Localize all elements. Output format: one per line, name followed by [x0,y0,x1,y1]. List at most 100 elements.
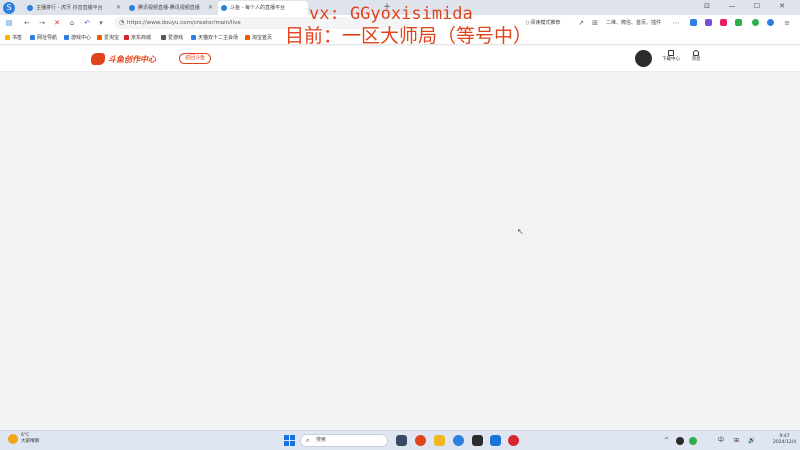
main-content-area [0,72,800,430]
bookmark-item[interactable]: 爱淘宝 [97,31,119,45]
app-icon[interactable] [490,435,501,446]
extension-icon[interactable] [735,19,742,26]
volume-icon[interactable]: 🔊 [748,436,755,445]
bookmark-item[interactable]: 京东商城 [124,31,151,45]
bookmark-item[interactable]: 淘宝首页 [245,31,272,45]
taskbar-search[interactable]: ⌕ 搜索 [300,434,388,447]
extension-icon[interactable] [705,19,712,26]
task-view-icon[interactable] [396,435,407,446]
windows-logo-icon [290,441,295,446]
grid-icon[interactable]: ⊞ [590,18,600,28]
browser-app-icon[interactable] [453,435,464,446]
bookmark-label: 天猫双十二主会场 [198,35,239,41]
tab-label: 主播排行 - 虎牙 抖音直播平台 [36,5,103,11]
windows-logo-icon [290,435,295,440]
bookmark-icon [30,35,35,40]
bookmark-label: 书签 [12,35,23,41]
bookmark-icon [245,35,250,40]
tab-label: 斗鱼 - 每个人的直播平台 [230,5,285,11]
app-icon[interactable] [415,435,426,446]
download-center-button[interactable]: 下载中心 [661,50,681,64]
address-text[interactable]: https://www.douyu.com/creator/main/live [127,17,241,29]
avatar[interactable] [635,50,652,67]
network-icon[interactable]: ⊞ [734,436,739,445]
messages-label: 消息 [691,57,701,62]
bookmark-item[interactable]: 网址导航 [30,31,57,45]
fish-logo-icon [91,53,105,65]
minimize-button[interactable]: — [726,2,738,10]
bookmark-item[interactable]: 书签 [5,31,22,45]
reading-mode-label: 阅读模式推荐 [530,20,561,26]
bookmark-label: 爱游戏 [168,35,184,41]
bookmark-icon [97,35,102,40]
start-button[interactable] [284,435,295,446]
browser-tab-1[interactable]: 主播排行 - 虎牙 抖音直播平台 ✕ [24,1,124,15]
site-header: 斗鱼创作中心 返回斗鱼 下载中心 消息 [0,46,800,72]
bookmark-icon [64,35,69,40]
overlay-contact-text: vx: GGyoxisimida [309,4,473,24]
taskbar: 6°C 大部晴朗 ⌕ 搜索 ^ 中 ⊞ 🔊 9:47 2024/12/4 [0,430,800,450]
overlay-status-text: 目前：一区大师局（等号中） [285,25,533,47]
site-logo[interactable]: 斗鱼创作中心 [91,52,156,66]
clock-date: 2024/12/4 [773,440,797,445]
close-icon[interactable]: ✕ [116,1,121,15]
search-icon: ⌕ [306,437,310,444]
tab-favicon-icon [129,5,135,11]
tab-label: 腾讯视频直播-腾讯视频直播 [138,5,200,11]
windows-logo-icon [284,435,289,440]
app-icon[interactable] [472,435,483,446]
back-to-site-button[interactable]: 返回斗鱼 [179,53,212,64]
close-window-button[interactable]: ✕ [776,2,788,10]
tab-favicon-icon [221,5,227,11]
bookmark-item[interactable]: 游戏中心 [64,31,91,45]
input-method-indicator[interactable]: 中 [718,436,724,445]
bookmark-icon [124,35,129,40]
sidebar-toggle-icon[interactable]: ▤ [4,18,14,28]
bookmark-icon [5,35,10,40]
tray-overflow-icon[interactable]: ^ [664,436,669,445]
extension-icon[interactable] [767,19,774,26]
restore-icon[interactable]: ⊡ [701,2,713,10]
maximize-button[interactable]: ☐ [751,2,763,10]
menu-icon[interactable]: ≡ [782,18,792,28]
extension-icon[interactable] [690,19,697,26]
browser-tab-2[interactable]: 腾讯视频直播-腾讯视频直播 ✕ [126,1,216,15]
undo-icon[interactable]: ↶ [82,18,92,28]
tray-app-icon[interactable] [676,437,684,445]
file-explorer-icon[interactable] [434,435,445,446]
windows-logo-icon [284,441,289,446]
logo-text: 斗鱼创作中心 [108,54,156,64]
home-icon[interactable]: ⌂ [67,18,77,28]
browser-logo-icon[interactable]: S [3,2,15,14]
weather-icon[interactable] [8,434,18,444]
bookmark-label: 网址导航 [37,35,58,41]
bookmark-label: 淘宝首页 [252,35,273,41]
app-icon[interactable] [508,435,519,446]
share-icon[interactable]: ↗ [576,18,586,28]
extension-icon[interactable] [752,19,759,26]
more-icon[interactable]: ⋯ [671,18,681,28]
tray-app-icon[interactable] [689,437,697,445]
weather-widget[interactable]: 6°C 大部晴朗 [21,433,39,445]
lock-icon: ◔ [119,19,125,26]
extension-icon[interactable] [720,19,727,26]
close-icon[interactable]: ✕ [208,1,213,15]
chevron-down-icon[interactable]: ▾ [96,18,106,28]
tab-favicon-icon [27,5,33,11]
bookmark-item[interactable]: 爱游戏 [161,31,183,45]
quick-links-label: 二维、微信、首页、插件 [606,20,662,26]
quick-links-button[interactable]: 二维、微信、首页、插件 [606,17,661,29]
download-center-label: 下载中心 [662,57,680,62]
browser-tab-3-active[interactable]: 斗鱼 - 每个人的直播平台 [218,1,308,15]
stop-icon[interactable]: ✕ [52,18,62,28]
clock[interactable]: 9:47 2024/12/4 [773,434,796,446]
bookmark-label: 爱淘宝 [104,35,120,41]
search-placeholder: 搜索 [316,437,327,443]
bookmark-item[interactable]: 天猫双十二主会场 [191,31,238,45]
bookmark-label: 游戏中心 [71,35,92,41]
forward-icon[interactable]: → [37,18,47,28]
bookmark-icon [191,35,196,40]
bookmark-icon [161,35,166,40]
back-icon[interactable]: ← [22,18,32,28]
messages-button[interactable]: 消息 [686,50,706,64]
